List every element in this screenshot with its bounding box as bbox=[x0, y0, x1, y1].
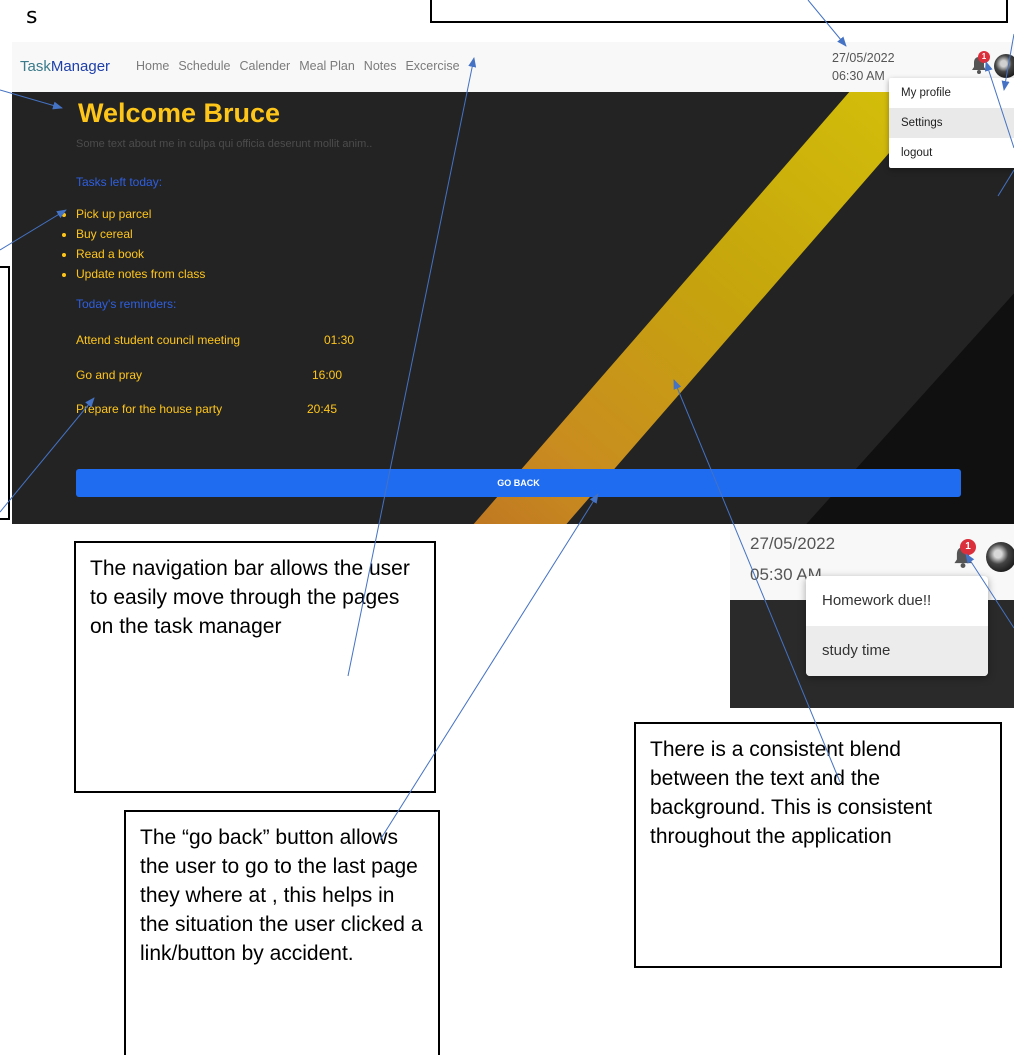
arrow-to-bell bbox=[984, 61, 1014, 149]
arrow-to-background bbox=[673, 379, 841, 783]
arrow-to-menu bbox=[997, 169, 1014, 197]
arrow-to-welcome bbox=[0, 89, 63, 110]
arrow-to-reminders bbox=[0, 397, 95, 513]
arrow-to-tasks bbox=[0, 209, 67, 251]
arrow-to-date bbox=[807, 0, 847, 47]
annotation-arrows bbox=[0, 0, 1014, 841]
arrow-to-goback bbox=[379, 493, 599, 841]
arrow-to-avatar bbox=[1001, 33, 1014, 91]
arrow-to-navbar bbox=[347, 57, 477, 677]
arrow-to-inset-bell bbox=[965, 553, 1014, 629]
